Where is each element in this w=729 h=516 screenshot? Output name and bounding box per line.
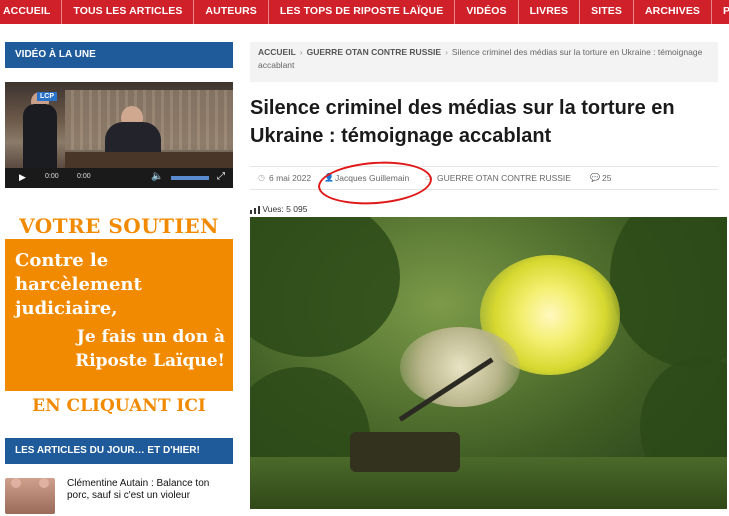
comment-icon: 💬 <box>590 173 600 182</box>
support-line-2: Je fais un don à Riposte Laïque! <box>75 327 225 371</box>
video-heading: VIDÉO À LA UNE <box>5 42 233 68</box>
nav-item-sites[interactable]: SITES <box>580 0 634 24</box>
page-title: Silence criminel des médias sur la tortu… <box>250 97 675 147</box>
nav-item-livres[interactable]: LIVRES <box>519 0 581 24</box>
article-featured-image <box>250 217 727 509</box>
breadcrumb-category[interactable]: GUERRE OTAN CONTRE RUSSIE <box>307 47 441 57</box>
breadcrumb-home[interactable]: ACCUEIL <box>258 47 296 57</box>
breadcrumb-separator-icon: › <box>299 47 303 57</box>
support-title[interactable]: VOTRE SOUTIEN <box>5 214 233 238</box>
breadcrumb-separator-icon: › <box>445 47 448 57</box>
play-icon[interactable]: ▶ <box>19 172 26 183</box>
articles-heading: LES ARTICLES DU JOUR… ET D'HIER! <box>5 438 233 464</box>
clock-icon: ◷ <box>258 173 265 182</box>
article-link[interactable]: Clémentine Autain : Balance ton porc, sa… <box>67 478 233 502</box>
sidebar: VIDÉO À LA UNE LCP ▶ 0:00 0:00 🔈 ⤢ VOTRE… <box>5 42 233 514</box>
bar-chart-icon <box>250 205 260 214</box>
volume-slider[interactable] <box>171 176 209 180</box>
breadcrumb: ACCUEIL › GUERRE OTAN CONTRE RUSSIE › Silenc… <box>250 42 718 82</box>
video-total-time: 0:00 <box>77 173 91 180</box>
support-line-1: Contre le harcèlement judiciaire, <box>15 250 142 319</box>
nav-item-les-tops[interactable]: LES TOPS DE RIPOSTE LAÏQUE <box>269 0 456 24</box>
video-current-time: 0:00 <box>45 173 59 180</box>
featured-video-player[interactable]: LCP ▶ 0:00 0:00 🔈 ⤢ <box>5 82 233 188</box>
channel-logo: LCP <box>37 92 57 101</box>
support-banner[interactable]: Contre le harcèlement judiciaire, Je fai… <box>5 239 233 391</box>
category-link[interactable]: GUERRE OTAN CONTRE RUSSIE <box>437 167 571 189</box>
nav-item-archives[interactable]: ARCHIVES <box>634 0 713 24</box>
nav-item-auteurs[interactable]: AUTEURS <box>194 0 269 24</box>
view-count: Vues: 5 095 <box>262 204 308 214</box>
support-cta-link[interactable]: EN CLIQUANT ICI <box>5 396 233 416</box>
view-counter: Vues: 5 095 <box>250 204 307 214</box>
nav-item-more[interactable]: P <box>712 0 729 24</box>
video-controls: ▶ 0:00 0:00 🔈 ⤢ <box>5 168 233 188</box>
video-frame[interactable]: LCP <box>5 82 233 168</box>
comment-count[interactable]: 25 <box>602 167 611 189</box>
nav-item-accueil[interactable]: ACCUEIL <box>0 0 63 24</box>
fullscreen-icon[interactable]: ⤢ <box>217 171 225 182</box>
list-item[interactable]: Clémentine Autain : Balance ton porc, sa… <box>5 476 233 516</box>
top-navigation: ACCUEIL TOUS LES ARTICLES AUTEURS LES TOPS … <box>0 0 729 24</box>
article-date: 6 mai 2022 <box>269 173 312 183</box>
nav-item-tous-les-articles[interactable]: TOUS LES ARTICLES <box>62 0 195 24</box>
nav-item-videos[interactable]: VIDÉOS <box>455 0 519 24</box>
volume-icon[interactable]: 🔈 <box>151 171 163 182</box>
